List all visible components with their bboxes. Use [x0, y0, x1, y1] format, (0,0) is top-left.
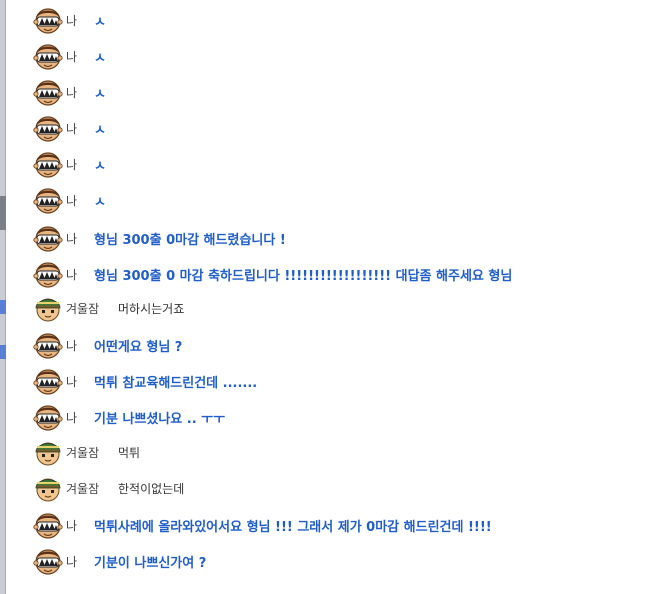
sender-name[interactable]: 나 — [66, 266, 77, 283]
avatar-beanie-icon[interactable] — [33, 293, 63, 323]
message-text: 기분이 나쁘신가여 ? — [94, 556, 207, 571]
chat-message-row: 나 어떤게요 형님 ? — [6, 327, 646, 363]
sender-name[interactable]: 나 — [66, 409, 77, 426]
sender-name[interactable]: 나 — [66, 156, 77, 173]
sender-name[interactable]: 나 — [66, 48, 77, 65]
sender-name[interactable]: 나 — [66, 230, 77, 247]
message-text: 기분 나쁘셨나요 .. ㅜㅜ — [94, 412, 226, 427]
chat-message-row: 나 먹튀 참교육해드린건데 ....... — [6, 363, 646, 399]
chat-message-row: 나 먹튀사례에 올라와있어서요 형님 !!! 그래서 제가 0마감 해드린건데 !… — [6, 507, 646, 543]
sender-name[interactable]: 겨울잠 — [66, 444, 99, 461]
sender-name[interactable]: 나 — [66, 192, 77, 209]
message-text: 한적이없는데 — [118, 482, 185, 496]
message-text: 먹튀 — [118, 446, 141, 460]
avatar-sunglasses-icon[interactable] — [33, 330, 63, 360]
message-text: ㅅ — [94, 195, 106, 210]
chat-log: 나ㅅ 나ㅅ 나ㅅ 나 ㅅ 나 ㅅ 나 ㅅ 나 형님 300출 0마감 해드렸습니… — [6, 0, 655, 594]
avatar-sunglasses-icon[interactable] — [33, 185, 63, 215]
avatar-beanie-icon[interactable] — [33, 437, 63, 467]
chat-message-row: 나ㅅ — [6, 182, 646, 218]
chat-message-row: 나ㅅ — [6, 38, 646, 74]
message-text: 머하시는거죠 — [118, 302, 185, 316]
avatar-sunglasses-icon[interactable] — [33, 113, 63, 143]
avatar-beanie-icon[interactable] — [33, 473, 63, 503]
sender-name[interactable]: 나 — [66, 120, 77, 137]
avatar-sunglasses-icon[interactable] — [33, 259, 63, 289]
chat-message-row: 나ㅅ — [6, 110, 646, 146]
chat-message-row: 나 기분이 나쁘신가여 ? — [6, 543, 646, 579]
avatar-sunglasses-icon[interactable] — [33, 41, 63, 71]
message-text: ㅅ — [94, 87, 106, 102]
message-text: 어떤게요 형님 ? — [94, 340, 183, 355]
message-text: ㅅ — [94, 123, 106, 138]
chat-message-row: 겨울잠 머하시는거죠 — [6, 290, 646, 326]
avatar-sunglasses-icon[interactable] — [33, 402, 63, 432]
sender-name[interactable]: 나 — [66, 517, 77, 534]
sender-name[interactable]: 나 — [66, 337, 77, 354]
avatar-sunglasses-icon[interactable] — [33, 5, 63, 35]
sender-name[interactable]: 나 — [66, 84, 77, 101]
chat-message-row: 나 형님 300출 0마감 해드렸습니다 ! — [6, 220, 646, 256]
sender-name[interactable]: 겨울잠 — [66, 300, 99, 317]
message-text: ㅅ — [94, 15, 106, 30]
chat-message-row: 나ㅅ — [6, 2, 646, 38]
avatar-sunglasses-icon[interactable] — [33, 149, 63, 179]
chat-message-row: 나ㅅ — [6, 146, 646, 182]
chat-message-row: 나 형님 300출 0 마감 축하드립니다 !!!!!!!!!!!!!!!!!! … — [6, 256, 646, 292]
avatar-sunglasses-icon[interactable] — [33, 223, 63, 253]
sender-name[interactable]: 나 — [66, 373, 77, 390]
sender-name[interactable]: 겨울잠 — [66, 480, 99, 497]
avatar-sunglasses-icon[interactable] — [33, 366, 63, 396]
message-text: 형님 300출 0마감 해드렸습니다 ! — [94, 233, 286, 248]
chat-message-row: 나ㅅ — [6, 74, 646, 110]
sender-name[interactable]: 나 — [66, 12, 77, 29]
message-text: 먹튀사례에 올라와있어서요 형님 !!! 그래서 제가 0마감 해드린건데 !!… — [94, 520, 492, 535]
chat-message-row: 나 기분 나쁘셨나요 .. ㅜㅜ — [6, 399, 646, 435]
message-text: 먹튀 참교육해드린건데 ....... — [94, 376, 258, 391]
avatar-sunglasses-icon[interactable] — [33, 510, 63, 540]
avatar-sunglasses-icon[interactable] — [33, 77, 63, 107]
message-text: ㅅ — [94, 51, 106, 66]
chat-message-row: 겨울잠 먹튀 — [6, 434, 646, 470]
message-text: ㅅ — [94, 159, 106, 174]
avatar-sunglasses-icon[interactable] — [33, 546, 63, 576]
sender-name[interactable]: 나 — [66, 553, 77, 570]
message-text: 형님 300출 0 마감 축하드립니다 !!!!!!!!!!!!!!!!!! 대… — [94, 269, 513, 284]
chat-message-row: 겨울잠 한적이없는데 — [6, 470, 646, 506]
